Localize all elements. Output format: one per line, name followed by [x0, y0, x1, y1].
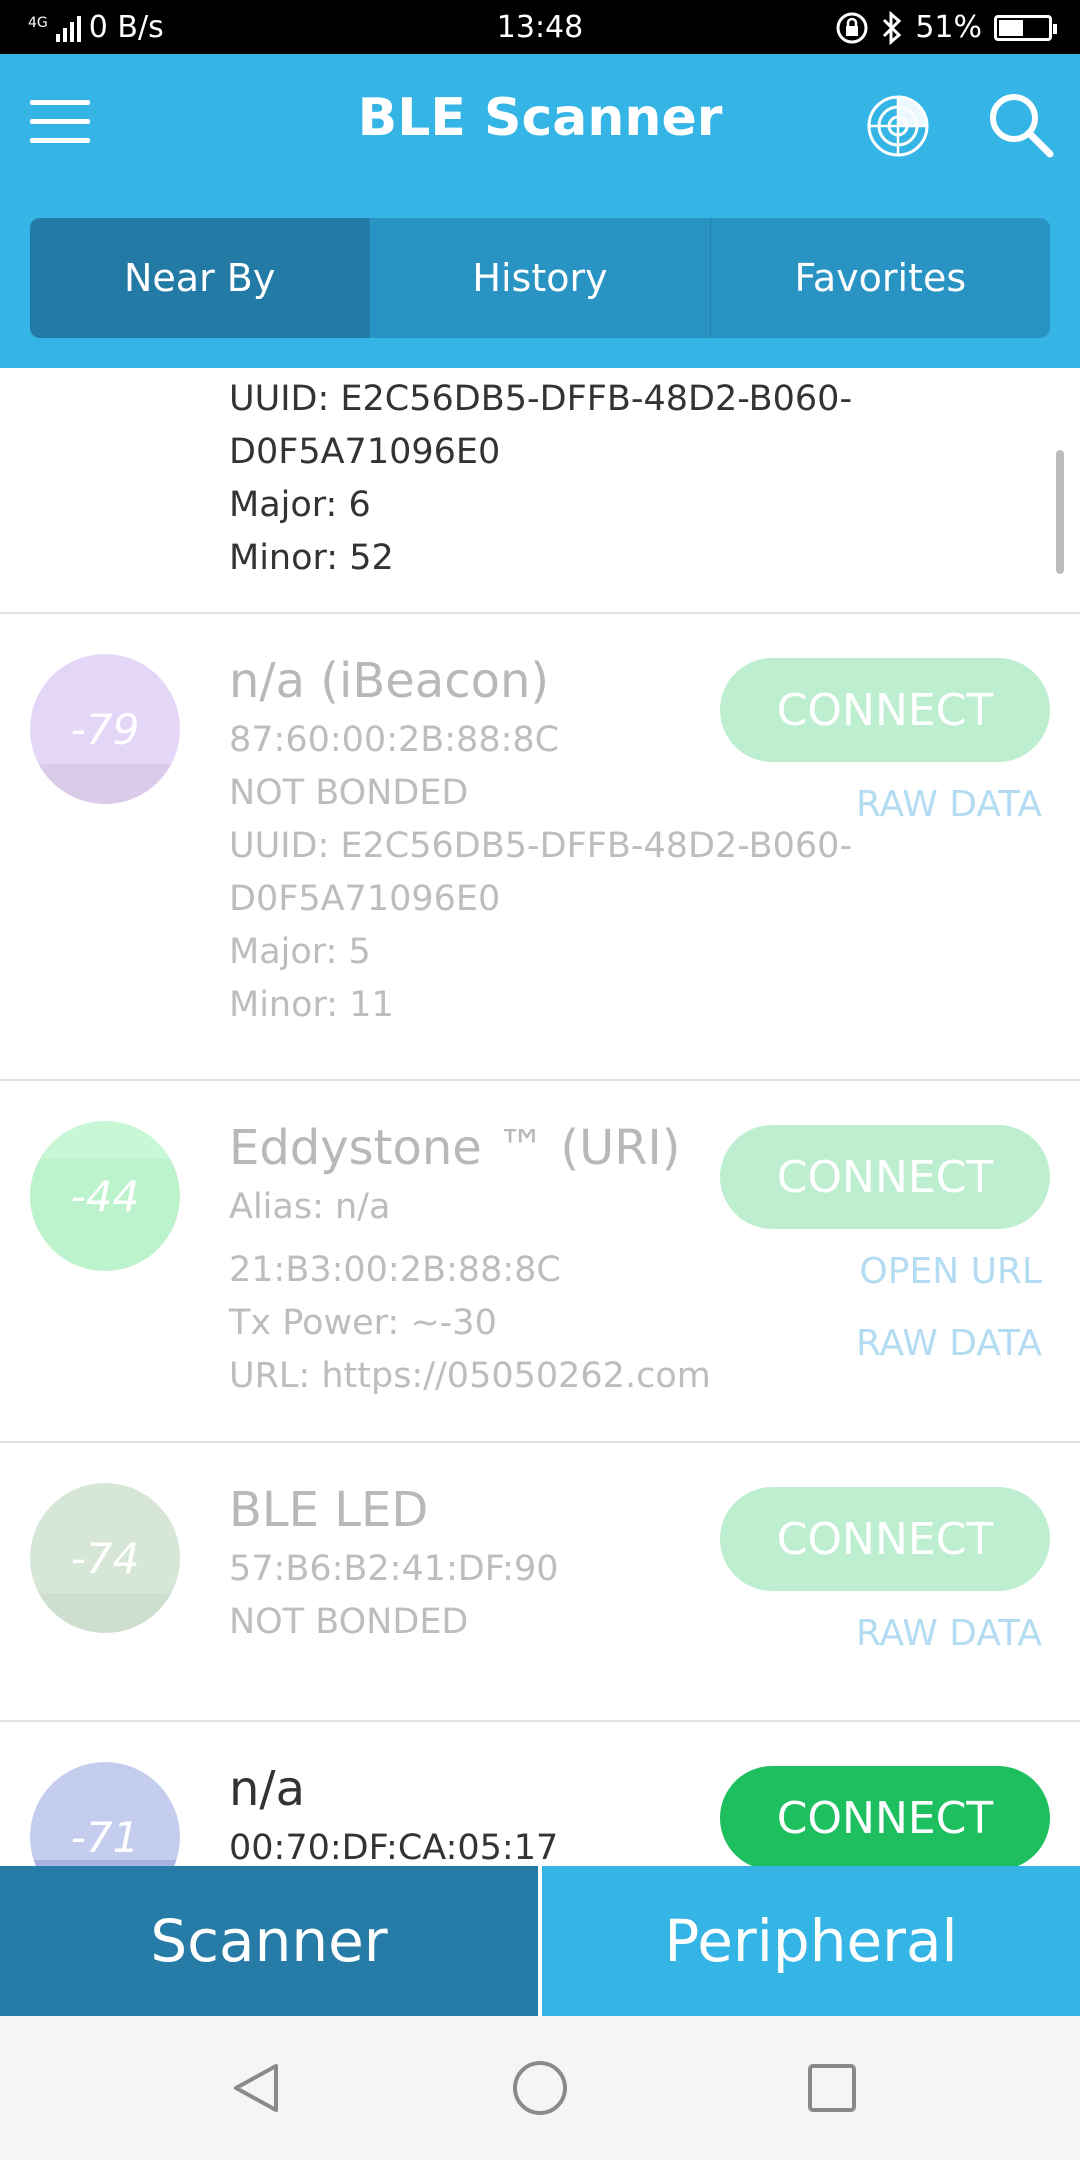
- list-item[interactable]: -74 BLE LED 57:B6:B2:41:DF:90 NOT BONDED…: [0, 1443, 1080, 1722]
- connect-button[interactable]: CONNECT: [720, 658, 1050, 762]
- device-name: Eddystone ™ (URI): [229, 1120, 681, 1176]
- system-nav-bar: [0, 2016, 1080, 2160]
- battery-icon: [994, 14, 1057, 41]
- list-item[interactable]: -79 n/a (iBeacon) 87:60:00:2B:88:8C NOT …: [0, 614, 1080, 1081]
- device-list[interactable]: UUID: E2C56DB5-DFFB-48D2-B060- D0F5A7109…: [0, 368, 1080, 1866]
- device-bond-state: NOT BONDED: [229, 773, 469, 813]
- rssi-value: -44: [70, 1171, 140, 1221]
- rssi-badge: -79: [30, 654, 180, 804]
- device-info: n/a 00:70:DF:CA:05:17: [229, 1756, 558, 1866]
- device-minor: Minor: 52: [229, 538, 394, 578]
- tab-history[interactable]: History: [370, 218, 711, 338]
- app-bar: BLE Scanner Near By History Favorites: [0, 54, 1080, 368]
- connect-button[interactable]: CONNECT: [720, 1487, 1050, 1591]
- battery-percent: 51%: [915, 10, 982, 45]
- device-minor: Minor: 11: [229, 985, 394, 1025]
- device-url: URL: https://05050262.com: [229, 1356, 711, 1396]
- device-info: UUID: E2C56DB5-DFFB-48D2-B060- D0F5A7109…: [229, 373, 852, 585]
- device-mac: 57:B6:B2:41:DF:90: [229, 1549, 559, 1589]
- list-item-partial[interactable]: UUID: E2C56DB5-DFFB-48D2-B060- D0F5A7109…: [0, 368, 1080, 614]
- device-mac: 00:70:DF:CA:05:17: [229, 1828, 559, 1866]
- device-name: n/a: [229, 1761, 306, 1817]
- device-mac: 21:B3:00:2B:88:8C: [229, 1250, 561, 1290]
- rssi-badge: -44: [30, 1121, 180, 1271]
- connect-button[interactable]: CONNECT: [720, 1766, 1050, 1866]
- rssi-value: -79: [70, 704, 140, 754]
- device-uuid-line1: UUID: E2C56DB5-DFFB-48D2-B060-: [229, 379, 853, 419]
- bottom-tab-bar: Scanner Peripheral: [0, 1866, 1080, 2016]
- device-info: Eddystone ™ (URI) Alias: n/a 21:B3:00:2B…: [229, 1115, 711, 1403]
- raw-data-link[interactable]: RAW DATA: [856, 1613, 1042, 1654]
- raw-data-link[interactable]: RAW DATA: [856, 1323, 1042, 1364]
- search-icon[interactable]: [986, 90, 1056, 160]
- recents-icon[interactable]: [804, 2060, 860, 2116]
- home-icon[interactable]: [512, 2060, 568, 2116]
- battery-level: [999, 19, 1023, 36]
- list-item[interactable]: -44 Eddystone ™ (URI) Alias: n/a 21:B3:0…: [0, 1081, 1080, 1443]
- rssi-band: [30, 1593, 180, 1633]
- radar-icon[interactable]: [866, 94, 930, 158]
- connect-button[interactable]: CONNECT: [720, 1125, 1050, 1229]
- rotation-lock-icon: [836, 12, 868, 43]
- device-major: Major: 5: [229, 932, 371, 972]
- device-uuid-line2: D0F5A71096E0: [229, 879, 501, 919]
- rssi-band: [30, 764, 180, 804]
- tab-favorites[interactable]: Favorites: [711, 218, 1050, 338]
- rssi-badge: -71: [30, 1762, 180, 1866]
- device-alias: Alias: n/a: [229, 1187, 391, 1227]
- back-icon[interactable]: [228, 2060, 284, 2116]
- open-url-link[interactable]: OPEN URL: [859, 1251, 1042, 1292]
- status-right: 51%: [835, 10, 1057, 45]
- bluetooth-icon: [883, 10, 902, 45]
- status-bar: 4G 0 B/s 13:48 51%: [0, 0, 1080, 54]
- raw-data-link[interactable]: RAW DATA: [856, 784, 1042, 825]
- device-uuid-line1: UUID: E2C56DB5-DFFB-48D2-B060-: [229, 826, 853, 866]
- tab-scanner[interactable]: Scanner: [0, 1866, 538, 2016]
- rssi-band: [30, 1121, 180, 1159]
- tab-peripheral[interactable]: Peripheral: [538, 1866, 1080, 2016]
- tab-bar: Near By History Favorites: [30, 218, 1050, 338]
- rssi-value: -71: [70, 1812, 140, 1862]
- device-major: Major: 6: [229, 485, 371, 525]
- rssi-badge: -74: [30, 1483, 180, 1633]
- list-item[interactable]: -71 n/a 00:70:DF:CA:05:17 CONNECT: [0, 1722, 1080, 1866]
- device-bond-state: NOT BONDED: [229, 1602, 469, 1642]
- tab-near-by[interactable]: Near By: [30, 218, 371, 338]
- rssi-value: -74: [70, 1533, 140, 1583]
- device-uuid-line2: D0F5A71096E0: [229, 432, 501, 472]
- device-name: BLE LED: [229, 1482, 429, 1538]
- device-info: BLE LED 57:B6:B2:41:DF:90 NOT BONDED: [229, 1477, 559, 1649]
- device-tx-power: Tx Power: ~-30: [229, 1303, 497, 1343]
